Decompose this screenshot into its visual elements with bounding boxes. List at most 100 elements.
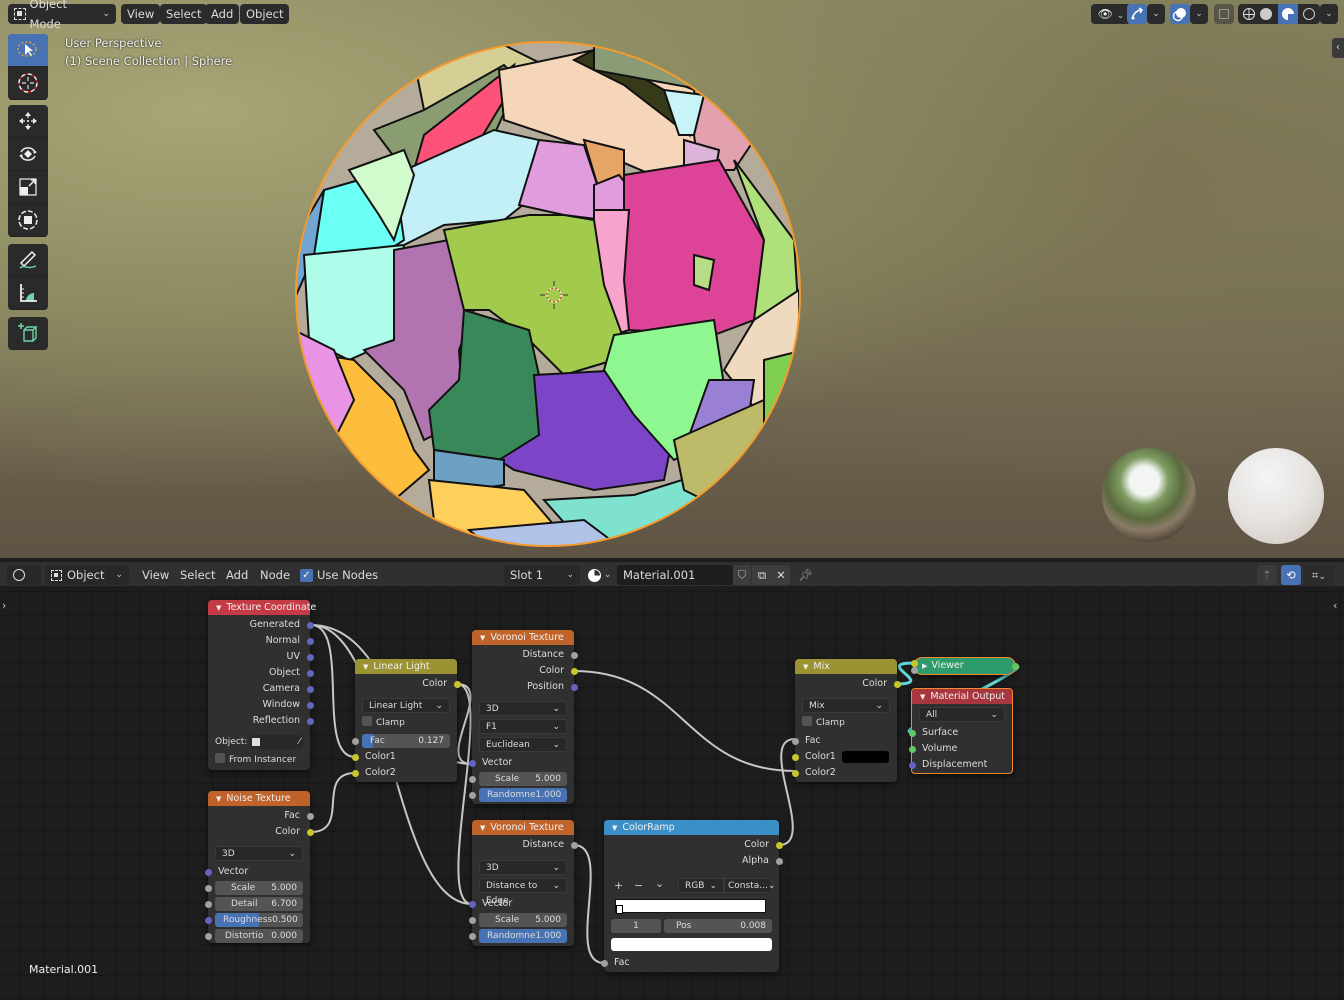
tool-transform[interactable] bbox=[8, 204, 48, 237]
input-socket-color2[interactable] bbox=[791, 769, 799, 777]
node-mix-linear-light[interactable]: ▼ Linear Light Color Linear Light ⌄ Clamp … bbox=[351, 659, 461, 782]
tool-add-cube[interactable] bbox=[8, 317, 48, 350]
overlays-toggle[interactable] bbox=[1170, 4, 1190, 24]
active-stop-index[interactable]: 1 bbox=[611, 919, 661, 933]
output-socket-object[interactable] bbox=[306, 669, 314, 677]
wireframe-shading-icon[interactable] bbox=[1242, 8, 1255, 20]
output-socket-alpha[interactable] bbox=[775, 857, 783, 865]
use-nodes-toggle[interactable]: ✓ Use Nodes bbox=[300, 565, 378, 585]
snap-toggle[interactable]: ⟲ bbox=[1281, 565, 1301, 585]
node-header[interactable]: ▼ Texture Coordinate bbox=[208, 600, 316, 615]
output-socket-distance[interactable] bbox=[570, 651, 578, 659]
3d-viewport[interactable]: Object Mode ⌄ View Select Add Object Use… bbox=[0, 0, 1344, 558]
material-preview-icon[interactable] bbox=[1277, 4, 1298, 24]
randomness-slider[interactable]: Randomne 1.000 bbox=[479, 788, 567, 802]
input-socket-volume[interactable] bbox=[908, 745, 916, 753]
add-stop-button[interactable]: + bbox=[614, 879, 623, 892]
menu-view[interactable]: View bbox=[121, 4, 161, 24]
node-header[interactable]: ▼ Mix bbox=[795, 659, 897, 674]
material-slot-selector[interactable]: Slot 1 ⌄ bbox=[504, 565, 580, 585]
input-socket-vector[interactable] bbox=[204, 868, 212, 876]
output-socket-window[interactable] bbox=[306, 701, 314, 709]
node-mix[interactable]: ▼ Mix Color Mix ⌄ Clamp Fac Color1 Color2 bbox=[791, 659, 901, 782]
output-socket-normal[interactable] bbox=[306, 637, 314, 645]
output-socket-uv[interactable] bbox=[306, 653, 314, 661]
stop-position-field[interactable]: Pos 0.008 bbox=[664, 919, 772, 933]
menu-select[interactable]: Select bbox=[160, 4, 208, 24]
blend-mode-dropdown[interactable]: Mix ⌄ bbox=[802, 698, 890, 713]
input-socket-viewer-color[interactable] bbox=[911, 660, 918, 667]
remove-stop-button[interactable]: − bbox=[634, 879, 643, 892]
rendered-shading-icon[interactable] bbox=[1303, 8, 1316, 20]
scale-field[interactable]: Scale 5.000 bbox=[215, 881, 303, 895]
input-socket-scale[interactable] bbox=[468, 775, 476, 783]
stop-color-swatch[interactable] bbox=[611, 938, 772, 951]
color1-swatch[interactable] bbox=[842, 751, 889, 763]
from-instancer-checkbox[interactable]: From Instancer bbox=[215, 753, 296, 765]
blend-mode-dropdown[interactable]: Linear Light ⌄ bbox=[362, 698, 450, 713]
scale-field[interactable]: Scale 5.000 bbox=[479, 913, 567, 927]
tool-scale[interactable] bbox=[8, 171, 48, 204]
output-socket-color[interactable] bbox=[306, 828, 314, 836]
output-socket-camera[interactable] bbox=[306, 685, 314, 693]
checkbox-unchecked-icon[interactable] bbox=[802, 716, 812, 726]
collapse-icon[interactable]: ▼ bbox=[480, 824, 485, 832]
input-socket-vector[interactable] bbox=[468, 759, 476, 767]
editor-type-selector[interactable]: ⌄ bbox=[7, 565, 41, 604]
fake-user-button[interactable]: ⛉ bbox=[733, 565, 751, 585]
duplicate-material-button[interactable]: ⧉ bbox=[752, 565, 772, 585]
expand-icon[interactable]: ▶ bbox=[922, 662, 927, 670]
output-socket-position[interactable] bbox=[570, 683, 578, 691]
shading-dropdown[interactable]: ⌄ bbox=[1320, 4, 1338, 24]
node-noise-texture[interactable]: ▼ Noise Texture Fac Color 3D ⌄ Vector Scal… bbox=[204, 791, 314, 943]
scale-field[interactable]: Scale 5.000 bbox=[479, 772, 567, 786]
output-socket-color[interactable] bbox=[570, 667, 578, 675]
menu-select[interactable]: Select bbox=[180, 565, 215, 585]
output-socket-distance[interactable] bbox=[570, 841, 578, 849]
node-header[interactable]: ▼ Linear Light bbox=[355, 659, 457, 674]
input-socket-randomness[interactable] bbox=[468, 932, 476, 940]
sidebar-toggle[interactable]: ‹ bbox=[1332, 38, 1344, 58]
color-ramp-gradient[interactable] bbox=[615, 899, 766, 914]
gizmo-dropdown[interactable]: ⌄ bbox=[1147, 4, 1165, 24]
distortion-field[interactable]: Distortio 0.000 bbox=[215, 929, 303, 943]
node-header[interactable]: ▼ Voronoi Texture bbox=[472, 630, 574, 645]
dimensions-dropdown[interactable]: 3D ⌄ bbox=[479, 701, 567, 716]
snap-mode-dropdown[interactable]: ⌗⌄ bbox=[1304, 565, 1334, 585]
output-socket-fac[interactable] bbox=[306, 812, 314, 820]
checkbox-unchecked-icon[interactable] bbox=[362, 716, 372, 726]
solid-shading-icon[interactable] bbox=[1260, 8, 1273, 20]
shader-type-selector[interactable]: Object ⌄ bbox=[45, 565, 129, 585]
fac-slider[interactable]: Fac 0.127 bbox=[362, 734, 450, 748]
parent-node-tree-button[interactable]: ⇡ bbox=[1257, 565, 1277, 585]
unlink-material-button[interactable]: ✕ bbox=[772, 565, 790, 585]
menu-add[interactable]: Add bbox=[205, 4, 240, 24]
randomness-slider[interactable]: Randomne 1.000 bbox=[479, 929, 567, 943]
gizmo-toggle[interactable] bbox=[1127, 4, 1147, 24]
material-browse-button[interactable]: ⌄ bbox=[588, 565, 614, 585]
clamp-checkbox[interactable]: Clamp bbox=[362, 716, 405, 728]
output-socket-viewer[interactable] bbox=[1012, 663, 1019, 670]
input-socket-randomness[interactable] bbox=[468, 791, 476, 799]
input-socket-vector[interactable] bbox=[468, 900, 476, 908]
output-socket-color[interactable] bbox=[893, 680, 901, 688]
node-viewer[interactable]: ▶ Viewer bbox=[911, 657, 1019, 675]
input-socket-fac[interactable] bbox=[791, 737, 799, 745]
dimensions-dropdown[interactable]: 3D ⌄ bbox=[215, 846, 303, 861]
ramp-menu-button[interactable]: ⌄ bbox=[655, 877, 664, 890]
checkbox-checked-icon[interactable]: ✓ bbox=[300, 568, 313, 582]
node-material-output[interactable]: ▼ Material Output All ⌄ Surface Volume Dis… bbox=[908, 688, 1013, 774]
input-socket-displacement[interactable] bbox=[908, 761, 916, 769]
color-mode-dropdown[interactable]: RGB ⌄ bbox=[678, 878, 724, 893]
xray-toggle[interactable] bbox=[1214, 4, 1234, 24]
input-socket-fac[interactable] bbox=[600, 959, 608, 967]
dimensions-dropdown[interactable]: 3D ⌄ bbox=[479, 860, 567, 875]
input-socket-distortion[interactable] bbox=[204, 932, 212, 940]
menu-view[interactable]: View bbox=[142, 565, 169, 585]
tool-cursor[interactable] bbox=[8, 67, 48, 100]
node-voronoi-texture-edge[interactable]: ▼ Voronoi Texture Distance 3D ⌄ Distance t… bbox=[468, 820, 578, 946]
detail-field[interactable]: Detail 6.700 bbox=[215, 897, 303, 911]
output-socket-generated[interactable] bbox=[306, 621, 314, 629]
visibility-toggle[interactable]: 👁 ⌄ bbox=[1091, 4, 1131, 24]
node-header[interactable]: ▼ ColorRamp bbox=[604, 820, 779, 835]
